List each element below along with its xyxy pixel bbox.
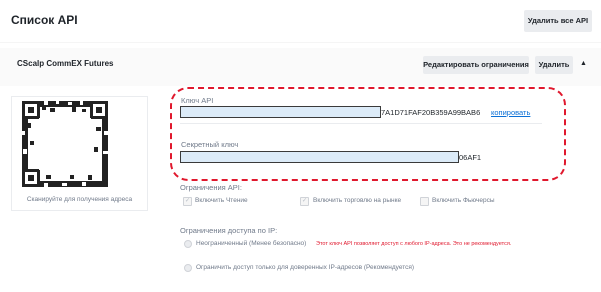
unrestricted-ip-warning: Этот ключ API позволяет доступ с любого … — [316, 241, 512, 247]
keys-highlight-annotation — [170, 87, 566, 181]
delete-api-button[interactable]: Удалить — [535, 56, 573, 74]
unrestricted-ip-radio[interactable] — [184, 240, 192, 248]
spot-trading-checkbox[interactable]: ✓ — [300, 197, 309, 206]
delete-all-api-button[interactable]: Удалить все API — [524, 10, 592, 32]
header-divider — [0, 42, 601, 43]
edit-restrictions-button[interactable]: Редактировать ограничения — [423, 56, 529, 74]
futures-checkbox[interactable] — [420, 197, 429, 206]
read-permission-label: Включить Чтение — [195, 197, 248, 204]
futures-label: Включить Фьючерсы — [432, 197, 495, 204]
spot-trading-label: Включить торговлю на рынке — [313, 197, 402, 204]
unrestricted-ip-label: Неограниченный (Менее безопасно) — [196, 240, 307, 247]
trusted-ip-label: Ограничить доступ только для доверенных … — [196, 264, 415, 271]
ip-restrictions-label: Ограничения доступа по IP: — [180, 226, 278, 235]
api-restrictions-label: Ограничения API: — [180, 183, 242, 192]
page-title: Список API — [11, 13, 78, 27]
collapse-caret-icon[interactable]: ▲ — [580, 60, 587, 67]
api-entry-name: CScalp CommEX Futures — [17, 59, 114, 68]
qr-caption: Сканируйте для получения адреса — [26, 196, 133, 203]
trusted-ip-radio[interactable] — [184, 264, 192, 272]
qr-code-icon — [22, 101, 108, 187]
read-permission-checkbox[interactable]: ✓ — [183, 197, 192, 206]
